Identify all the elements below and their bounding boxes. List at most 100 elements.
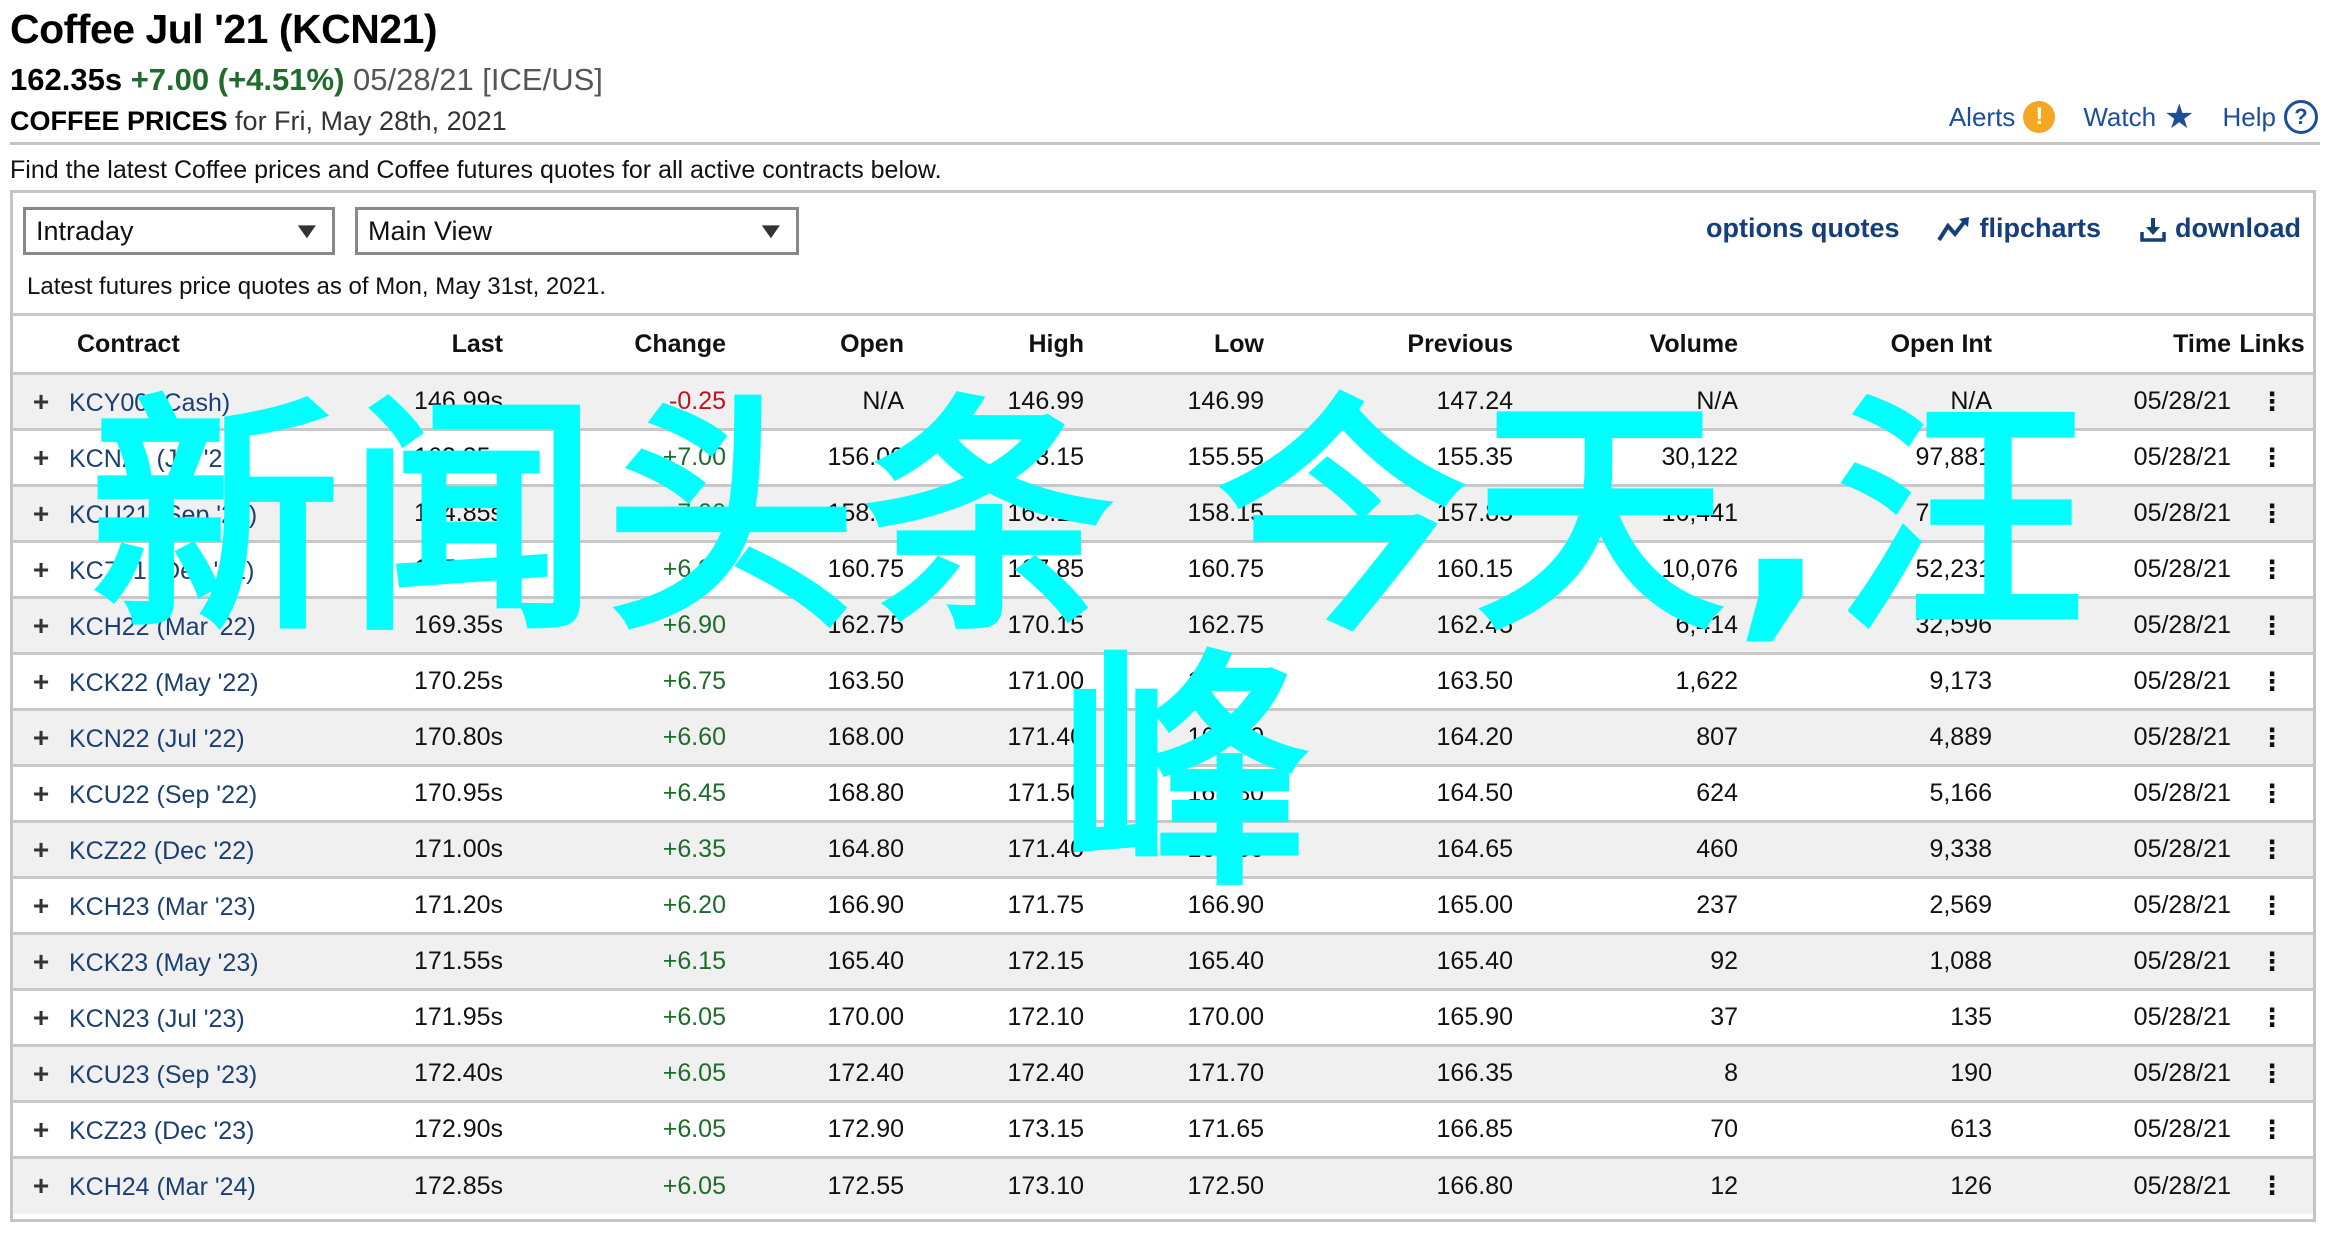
- contract-link[interactable]: KCY00 (Cash): [69, 389, 230, 417]
- expand-plus-icon[interactable]: +: [13, 386, 69, 418]
- expand-plus-icon[interactable]: +: [13, 1002, 69, 1034]
- quotes-panel: Intraday ▼ Main View ▼ options quotes fl…: [10, 190, 2316, 1222]
- contract-cell: + KCZ22 (Dec '22): [13, 820, 283, 878]
- previous-cell: 166.80: [1264, 1156, 1513, 1214]
- previous-cell: 164.20: [1264, 708, 1513, 766]
- download-label: download: [2175, 213, 2301, 243]
- contract-link[interactable]: KCH22 (Mar '22): [69, 613, 256, 641]
- contract-link[interactable]: KCK22 (May '22): [69, 669, 259, 697]
- watch-link[interactable]: Watch ★: [2083, 100, 2194, 134]
- more-options-icon[interactable]: ⋮: [2231, 540, 2313, 598]
- more-options-icon[interactable]: ⋮: [2231, 932, 2313, 990]
- volume-cell: 12: [1513, 1156, 1738, 1214]
- more-options-icon[interactable]: ⋮: [2231, 372, 2313, 430]
- expand-plus-icon[interactable]: +: [13, 1058, 69, 1090]
- previous-cell: 166.85: [1264, 1100, 1513, 1158]
- download-link[interactable]: download: [2139, 213, 2301, 244]
- last-price-cell: 172.85s: [283, 1156, 503, 1214]
- col-header-change[interactable]: Change: [503, 313, 726, 374]
- col-header-open[interactable]: Open: [726, 313, 904, 374]
- contract-link[interactable]: KCK23 (May '23): [69, 949, 259, 977]
- previous-cell: 147.24: [1264, 372, 1513, 430]
- col-header-volume[interactable]: Volume: [1513, 313, 1738, 374]
- expand-plus-icon[interactable]: +: [13, 1170, 69, 1202]
- more-options-icon[interactable]: ⋮: [2231, 1044, 2313, 1102]
- expand-plus-icon[interactable]: +: [13, 554, 69, 586]
- contract-link[interactable]: KCZ23 (Dec '23): [69, 1117, 254, 1145]
- expand-plus-icon[interactable]: +: [13, 834, 69, 866]
- contract-link[interactable]: KCU23 (Sep '23): [69, 1061, 257, 1089]
- flipcharts-link[interactable]: flipcharts: [1937, 213, 2101, 244]
- contract-cell: + KCH22 (Mar '22): [13, 596, 283, 654]
- open-cell: 158.20: [726, 484, 904, 542]
- expand-plus-icon[interactable]: +: [13, 498, 69, 530]
- open-interest-cell: 4,889: [1738, 708, 1992, 766]
- contract-link[interactable]: KCN23 (Jul '23): [69, 1005, 245, 1033]
- expand-plus-icon[interactable]: +: [13, 946, 69, 978]
- contract-link[interactable]: KCN21 (Jul '21): [69, 445, 245, 473]
- open-cell: 163.50: [726, 652, 904, 710]
- table-row: + KCN21 (Jul '21) 162.35s +7.00 156.00 163.15…: [13, 428, 2313, 486]
- expand-plus-icon[interactable]: +: [13, 890, 69, 922]
- high-cell: 170.15: [904, 596, 1084, 654]
- open-cell: 165.40: [726, 932, 904, 990]
- expand-plus-icon[interactable]: +: [13, 666, 69, 698]
- col-header-high[interactable]: High: [904, 313, 1084, 374]
- contract-link[interactable]: KCZ21 (Dec '21): [69, 557, 254, 585]
- more-options-icon[interactable]: ⋮: [2231, 1156, 2313, 1214]
- expand-plus-icon[interactable]: +: [13, 610, 69, 642]
- expand-plus-icon[interactable]: +: [13, 1114, 69, 1146]
- change-cell: +6.45: [503, 764, 726, 822]
- low-cell: 162.75: [1084, 596, 1264, 654]
- contract-cell: + KCN21 (Jul '21): [13, 428, 283, 486]
- more-options-icon[interactable]: ⋮: [2231, 876, 2313, 934]
- time-cell: 05/28/21: [1992, 652, 2231, 710]
- more-options-icon[interactable]: ⋮: [2231, 484, 2313, 542]
- more-options-icon[interactable]: ⋮: [2231, 708, 2313, 766]
- more-options-icon[interactable]: ⋮: [2231, 764, 2313, 822]
- open-cell: 156.00: [726, 428, 904, 486]
- contract-link[interactable]: KCU21 (Sep '21): [69, 501, 257, 529]
- col-header-previous[interactable]: Previous: [1264, 313, 1513, 374]
- contract-link[interactable]: KCZ22 (Dec '22): [69, 837, 254, 865]
- contract-cell: + KCU21 (Sep '21): [13, 484, 283, 542]
- table-row: + KCK23 (May '23) 171.55s +6.15 165.40 172.15…: [13, 932, 2313, 990]
- alerts-label: Alerts: [1948, 101, 2016, 132]
- time-range-select[interactable]: Intraday ▼: [23, 207, 335, 255]
- change-cell: +6.90: [503, 596, 726, 654]
- volume-cell: 624: [1513, 764, 1738, 822]
- options-quotes-link[interactable]: options quotes: [1706, 213, 1899, 244]
- more-options-icon[interactable]: ⋮: [2231, 1100, 2313, 1158]
- high-cell: 173.10: [904, 1156, 1084, 1214]
- help-link[interactable]: Help ?: [2223, 100, 2318, 134]
- expand-plus-icon[interactable]: +: [13, 442, 69, 474]
- contract-link[interactable]: KCU22 (Sep '22): [69, 781, 257, 809]
- contract-link[interactable]: KCN22 (Jul '22): [69, 725, 245, 753]
- view-select[interactable]: Main View ▼: [355, 207, 799, 255]
- table-row: + KCU22 (Sep '22) 170.95s +6.45 168.80 171.50…: [13, 764, 2313, 822]
- more-options-icon[interactable]: ⋮: [2231, 652, 2313, 710]
- more-options-icon[interactable]: ⋮: [2231, 428, 2313, 486]
- col-header-time[interactable]: Time: [1992, 313, 2231, 374]
- last-price-cell: 167.05s: [283, 540, 503, 598]
- col-header-last[interactable]: Last: [283, 313, 503, 374]
- col-header-contract[interactable]: Contract: [13, 313, 283, 374]
- more-options-icon[interactable]: ⋮: [2231, 596, 2313, 654]
- high-cell: 163.15: [904, 428, 1084, 486]
- open-cell: 164.80: [726, 820, 904, 878]
- low-cell: 164.80: [1084, 820, 1264, 878]
- high-cell: 172.10: [904, 988, 1084, 1046]
- open-interest-cell: 1,088: [1738, 932, 1992, 990]
- table-row: + KCZ21 (Dec '21) 167.05s +6.90 160.75 167.85…: [13, 540, 2313, 598]
- col-header-open-int[interactable]: Open Int: [1738, 313, 1992, 374]
- more-options-icon[interactable]: ⋮: [2231, 820, 2313, 878]
- expand-plus-icon[interactable]: +: [13, 778, 69, 810]
- more-options-icon[interactable]: ⋮: [2231, 988, 2313, 1046]
- contract-link[interactable]: KCH24 (Mar '24): [69, 1173, 256, 1201]
- alerts-link[interactable]: Alerts !: [1948, 101, 2056, 133]
- contract-link[interactable]: KCH23 (Mar '23): [69, 893, 256, 921]
- col-header-low[interactable]: Low: [1084, 313, 1264, 374]
- contract-cell: + KCU23 (Sep '23): [13, 1044, 283, 1102]
- last-price-cell: 171.55s: [283, 932, 503, 990]
- expand-plus-icon[interactable]: +: [13, 722, 69, 754]
